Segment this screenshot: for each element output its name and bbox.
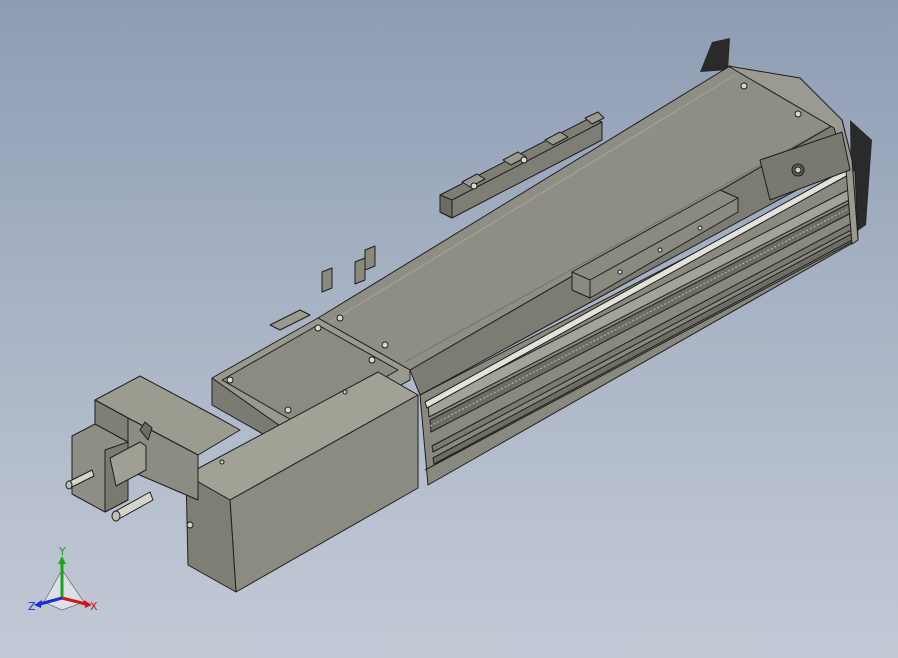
linear-actuator-model[interactable] [0, 0, 898, 658]
triad-base [43, 569, 85, 611]
shadow-artifact [700, 38, 730, 72]
3d-viewport[interactable]: Y X Z [0, 0, 898, 658]
x-axis-label: X [90, 600, 98, 613]
orientation-triad[interactable]: Y X Z [22, 540, 112, 620]
z-axis-label: Z [28, 600, 36, 613]
y-axis-label: Y [58, 545, 66, 558]
